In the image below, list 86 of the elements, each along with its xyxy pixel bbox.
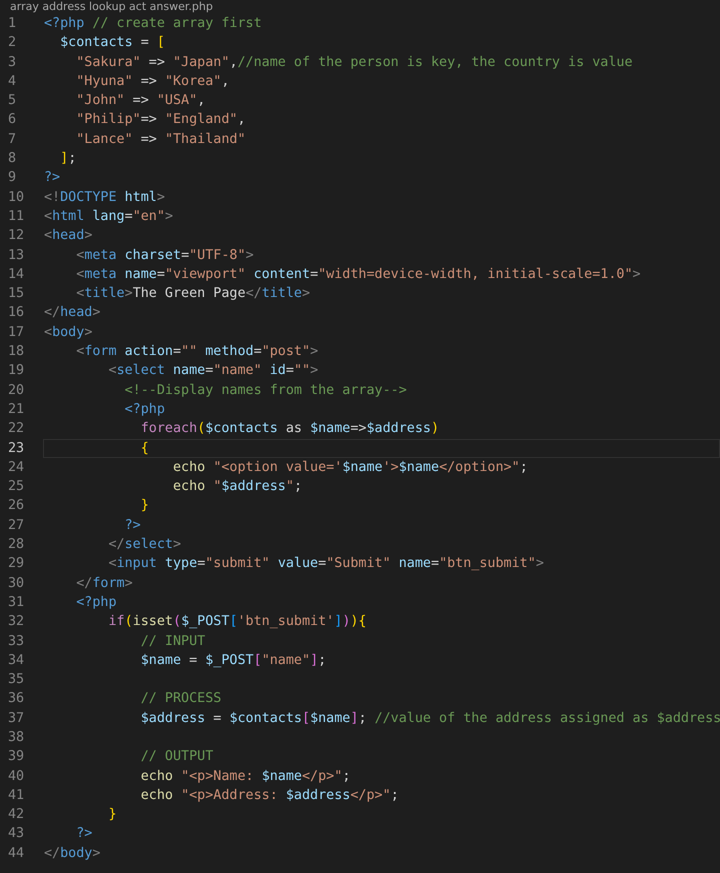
line-number: 34 [7,652,26,670]
code-line: <form action="" method="post"> [75,343,320,362]
line-number: 13 [7,246,26,265]
line-number: 1 [7,15,18,33]
code-line: <!--Display names from the array--> [124,382,408,400]
line-number: 4 [7,72,18,91]
line-number: 15 [7,285,26,304]
line-number: 27 [7,516,26,535]
line-number: 28 [7,536,26,554]
code-line: echo "<option value='$name'>$name</option>"; [172,458,529,477]
line-number: 40 [7,768,26,786]
line-number: 25 [7,478,26,496]
line-number: 32 [7,613,26,632]
code-line: "John" => "USA", [75,92,206,110]
line-number: 20 [7,382,26,400]
line-number: 26 [7,497,26,516]
line-number: 35 [7,671,26,690]
code-line: ?> [43,169,62,188]
line-number: 39 [7,748,26,766]
code-line: "Sakura" => "Japan",//name of the person is key, the country is value [75,54,634,72]
code-line: "Hyuna" => "Korea", [75,72,230,91]
code-line: ]; [59,150,78,168]
code-line: </head> [43,304,102,322]
code-line: </select> [107,536,182,554]
line-number: 6 [7,111,18,130]
line-number: 9 [7,169,18,188]
code-line: </body> [43,844,102,863]
code-line: <?php // create array first [43,15,263,33]
code-line: ?> [75,825,94,844]
code-line: foreach($contacts as $name=>$address) [140,420,440,438]
code-line: <?php [124,400,166,419]
code-line: $contacts = [ [59,34,166,52]
line-number: 14 [7,266,26,284]
line-number: 23 [7,440,26,458]
line-number: 8 [7,150,18,168]
line-number: 38 [7,728,26,747]
code-line: <html lang="en"> [43,208,174,226]
code-line: // OUTPUT [140,748,214,766]
code-line: // PROCESS [140,690,222,708]
line-number: 21 [7,400,26,419]
code-line: ?> [124,516,142,535]
code-line: <?php [75,594,118,612]
code-line: echo "<p>Address: $address</p>"; [140,786,400,805]
line-number: 42 [7,806,26,824]
line-number: 44 [7,844,26,863]
code-line: $name = $_POST["name"]; [140,652,328,670]
code-line: <!DOCTYPE html> [43,188,166,207]
line-number: 5 [7,92,18,110]
line-number: 30 [7,574,26,593]
line-number: 3 [7,54,18,72]
code-line: <input type="submit" value="Submit" name="btn_submit"> [107,555,545,574]
line-number: 33 [7,632,26,650]
code-line: } [107,806,118,824]
code-line: if(isset($_POST['btn_submit'])){ [107,613,368,632]
line-number: 18 [7,343,26,362]
code-line: echo "<p>Name: $name</p>"; [140,768,352,786]
line-number: 24 [7,458,26,477]
line-number: 29 [7,555,26,574]
line-number: 10 [7,188,26,207]
line-number: 19 [7,362,26,380]
code-line: <body> [43,324,94,342]
line-number: 12 [7,227,26,246]
line-number: 41 [7,786,26,805]
code-line: echo "$address"; [172,478,303,496]
line-number: 22 [7,420,26,438]
code-line: // INPUT [140,632,206,650]
line-number: 16 [7,304,26,322]
code-line: <meta charset="UTF-8"> [75,246,255,265]
line-number: 7 [7,130,18,149]
breadcrumb[interactable]: array address lookup act answer.php [0,0,720,14]
line-number: 11 [7,208,26,226]
code-line: $address = $contacts[$name]; //value of the address assigned as $address [140,710,720,728]
code-line: "Lance" => "Thailand" [75,130,247,149]
line-number: 2 [7,34,18,52]
code-line: <meta name="viewport" content="width=device-width, initial-scale=1.0"> [75,266,642,284]
code-line: <head> [43,227,94,246]
code-line: </form> [75,574,134,593]
code-line: } [140,497,150,516]
line-number: 43 [7,825,26,844]
line-number: 36 [7,690,26,708]
code-line: <title>The Green Page</title> [75,285,312,304]
line-number: 31 [7,594,26,612]
line-number: 17 [7,324,26,342]
code-line: <select name="name" id=""> [107,362,320,380]
line-number: 37 [7,710,26,728]
code-line: "Philip"=> "England", [75,111,247,130]
